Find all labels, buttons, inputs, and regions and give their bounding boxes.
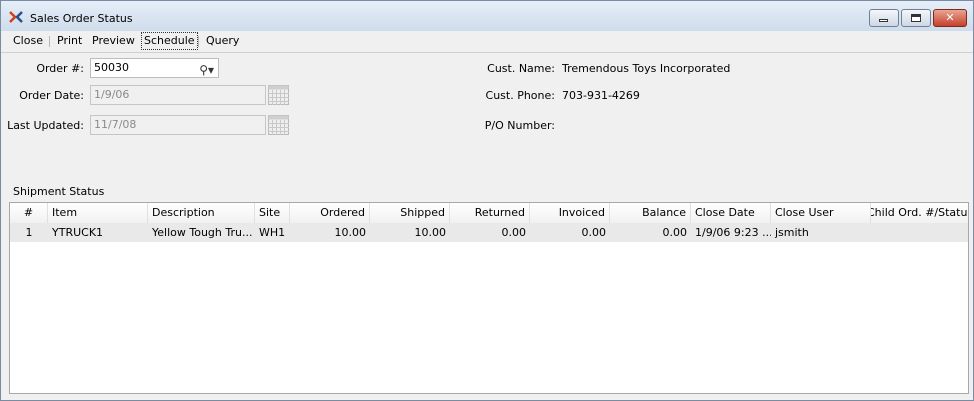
cust-phone-value: 703-931-4269 xyxy=(562,89,640,102)
cust-name-value: Tremendous Toys Incorporated xyxy=(562,62,731,75)
cell-invoiced: 0.00 xyxy=(581,226,607,239)
column-header-invoiced[interactable]: Invoiced xyxy=(530,203,610,223)
order-number-value: 50030 xyxy=(94,61,129,74)
toolbar-separator xyxy=(198,36,199,47)
cell-shipped: 10.00 xyxy=(414,226,447,239)
cell-description: Yellow Tough Tru... xyxy=(152,226,253,239)
column-header-returned[interactable]: Returned xyxy=(450,203,530,223)
order-date-value: 1/9/06 xyxy=(94,88,130,101)
column-header-balance[interactable]: Balance xyxy=(610,203,691,223)
last-updated-field: 11/7/08 xyxy=(90,115,266,135)
cell-item: YTRUCK1 xyxy=(52,226,104,239)
last-updated-value: 11/7/08 xyxy=(94,118,137,131)
cell-close-date: 1/9/06 9:23 ... xyxy=(695,226,771,239)
column-header-description[interactable]: Description xyxy=(148,203,255,223)
calendar-icon xyxy=(268,85,289,105)
cell-number: 1 xyxy=(25,226,33,239)
order-date-field: 1/9/06 xyxy=(90,85,266,105)
window-title: Sales Order Status xyxy=(30,12,133,25)
cell-balance: 0.00 xyxy=(662,226,688,239)
grid-header: # Item Description Site Ordered Shipped … xyxy=(10,203,968,224)
column-header-site[interactable]: Site xyxy=(255,203,290,223)
column-header-number[interactable]: # xyxy=(10,203,48,223)
order-date-label: Order Date: xyxy=(19,89,84,102)
column-header-item[interactable]: Item xyxy=(48,203,148,223)
column-header-close-user[interactable]: Close User xyxy=(771,203,871,223)
title-bar[interactable]: Sales Order Status ✕ xyxy=(1,1,973,31)
shipment-status-grid[interactable]: # Item Description Site Ordered Shipped … xyxy=(9,202,969,394)
cust-phone-label: Cust. Phone: xyxy=(485,89,555,102)
close-button[interactable]: Close xyxy=(11,33,45,49)
table-row[interactable]: 1 YTRUCK1 Yellow Tough Tru... WH1 10.00 … xyxy=(10,223,968,242)
sales-order-status-window: Sales Order Status ✕ Close Print Preview… xyxy=(0,0,974,401)
calendar-icon xyxy=(268,115,289,135)
preview-button[interactable]: Preview xyxy=(90,33,137,49)
cell-site: WH1 xyxy=(259,226,286,239)
cell-child-order-status xyxy=(871,223,968,242)
print-button[interactable]: Print xyxy=(55,33,84,49)
maximize-button[interactable] xyxy=(901,9,931,27)
schedule-button[interactable]: Schedule xyxy=(141,32,198,50)
order-number-field[interactable]: 50030 ⚲▾ xyxy=(90,58,219,78)
column-header-ordered[interactable]: Ordered xyxy=(290,203,370,223)
search-icon[interactable]: ⚲▾ xyxy=(199,61,214,79)
toolbar-separator xyxy=(49,36,50,47)
cell-ordered: 10.00 xyxy=(334,226,367,239)
xtuple-x-icon xyxy=(9,11,23,23)
minimize-button[interactable] xyxy=(869,9,899,27)
toolbar: Close Print Preview Schedule Query xyxy=(1,31,973,53)
close-window-button[interactable]: ✕ xyxy=(933,9,967,27)
query-button[interactable]: Query xyxy=(204,33,241,49)
cell-returned: 0.00 xyxy=(501,226,527,239)
minimize-icon xyxy=(879,19,888,22)
order-number-label: Order #: xyxy=(36,62,84,75)
close-icon: ✕ xyxy=(945,11,955,24)
cell-close-user: jsmith xyxy=(775,226,809,239)
maximize-icon xyxy=(911,14,921,22)
window-controls: ✕ xyxy=(867,9,967,27)
column-header-shipped[interactable]: Shipped xyxy=(370,203,450,223)
shipment-status-label: Shipment Status xyxy=(13,185,105,198)
last-updated-label: Last Updated: xyxy=(7,119,84,132)
po-number-label: P/O Number: xyxy=(484,119,555,132)
column-header-child-order-status[interactable]: Child Ord. #/Status xyxy=(871,203,968,223)
column-header-close-date[interactable]: Close Date xyxy=(691,203,771,223)
cust-name-label: Cust. Name: xyxy=(487,62,555,75)
